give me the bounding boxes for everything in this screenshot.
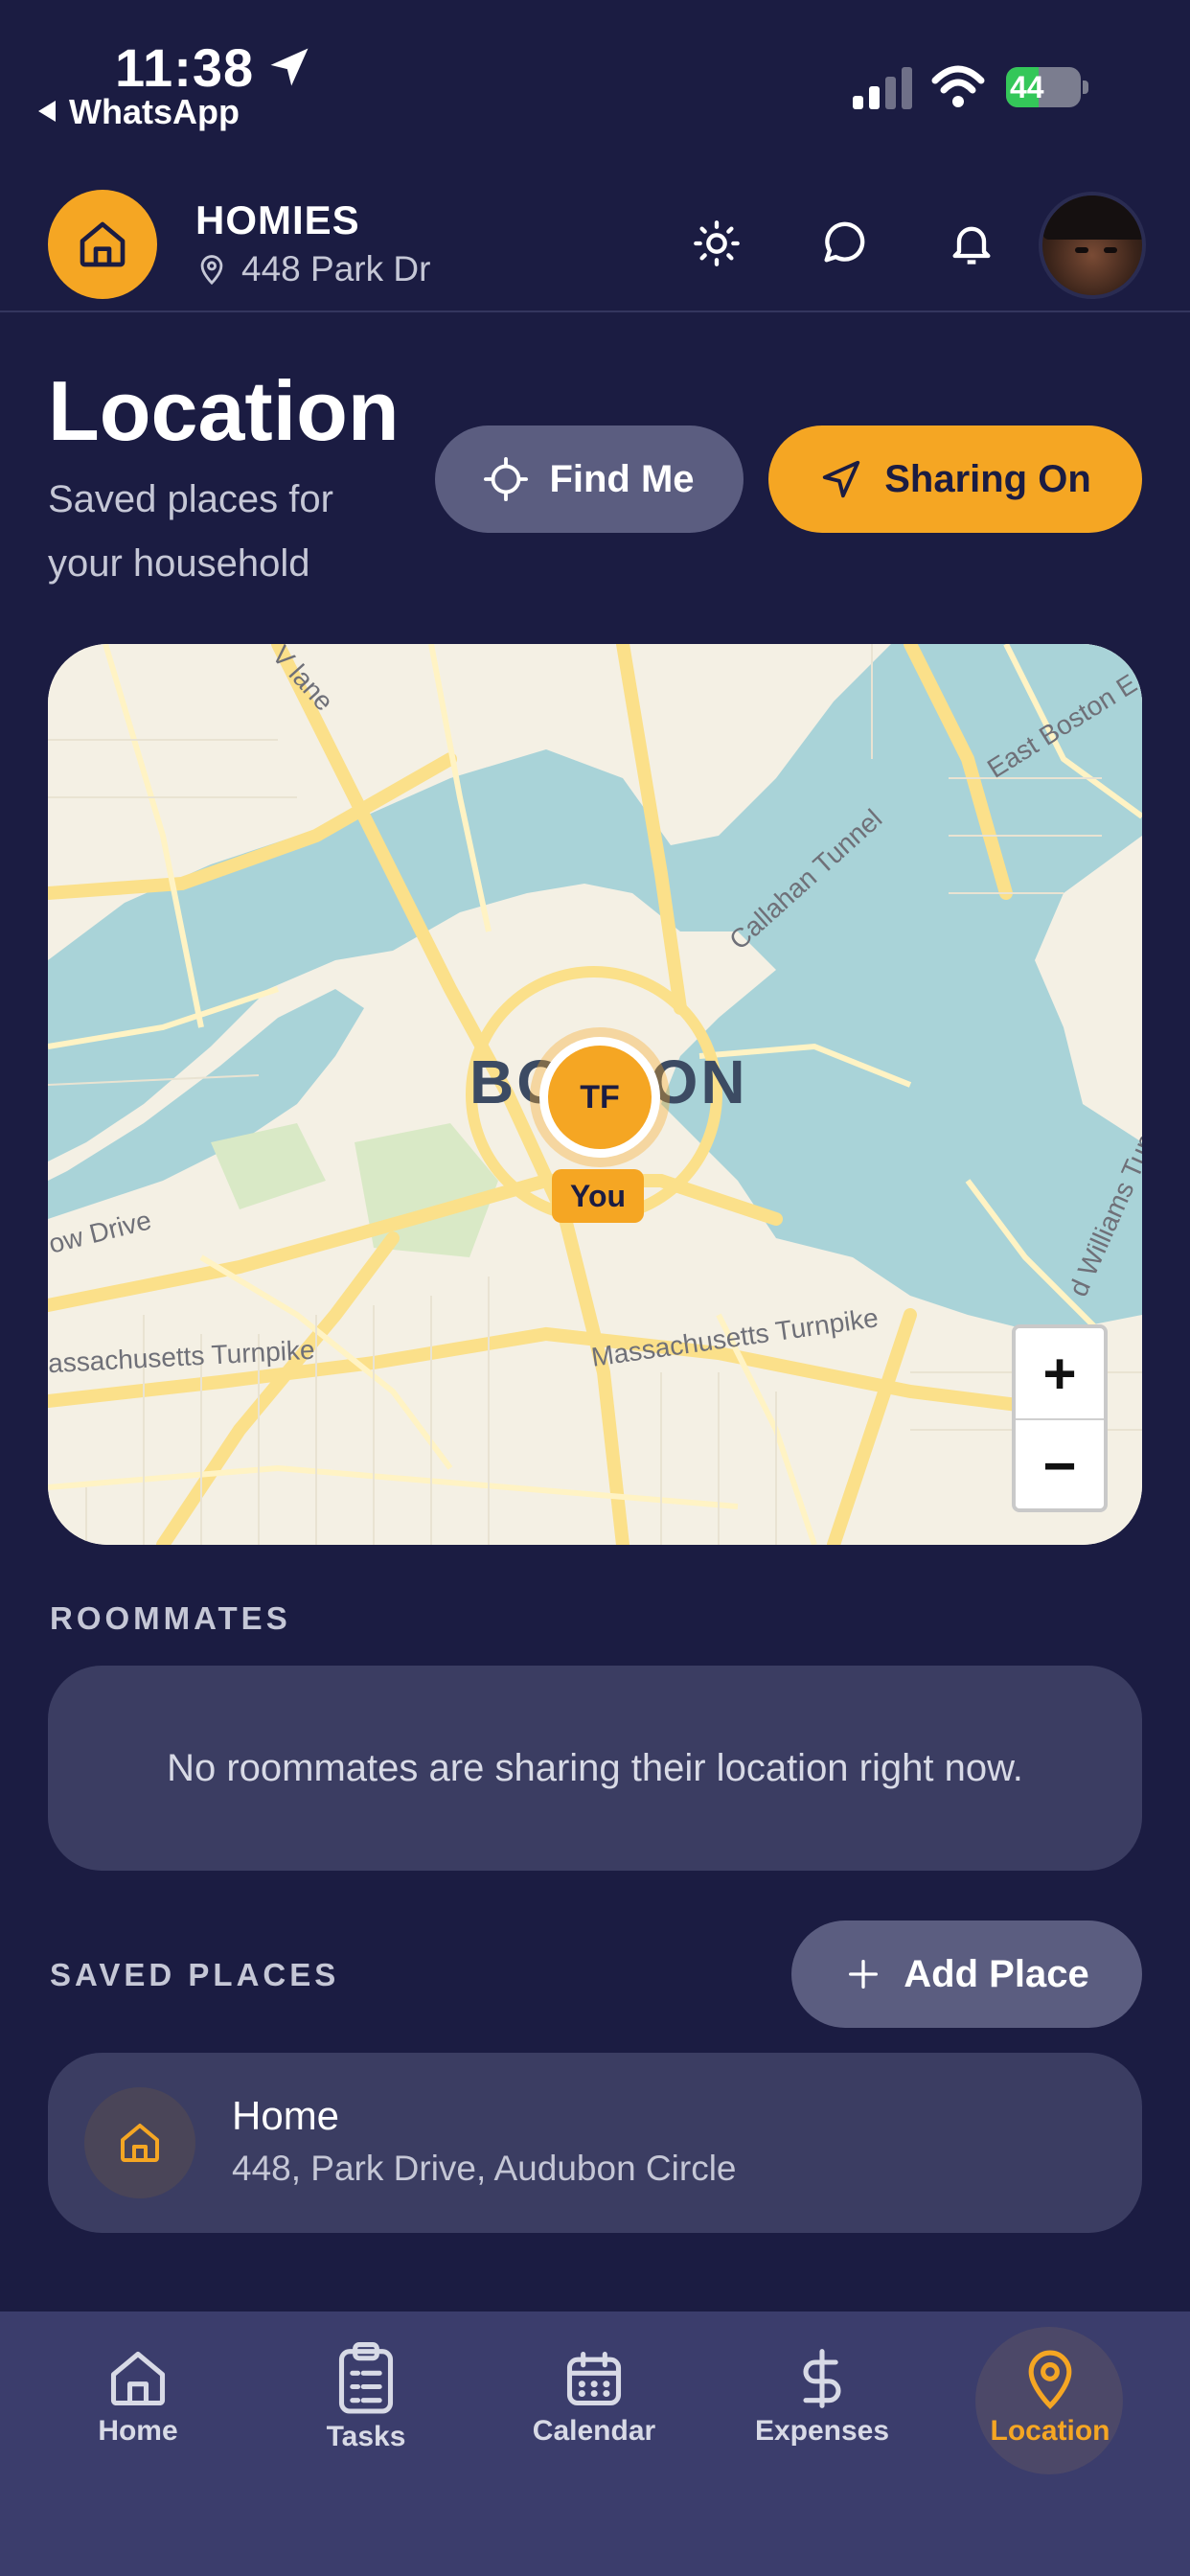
tab-calendar[interactable]: Calendar: [498, 2312, 690, 2484]
sun-icon: [694, 220, 740, 266]
home-icon: [80, 221, 126, 267]
location-arrow-icon: [270, 48, 309, 86]
tab-label: Home: [98, 2415, 178, 2447]
zoom-controls: + −: [1012, 1324, 1108, 1512]
navigation-arrow-icon: [823, 460, 860, 498]
tab-home[interactable]: Home: [42, 2312, 234, 2484]
calendar-icon: [566, 2351, 622, 2406]
add-place-label: Add Place: [904, 1952, 1089, 1995]
wifi-icon: [931, 65, 985, 107]
zoom-out-button[interactable]: −: [1016, 1420, 1104, 1510]
dollar-icon: [803, 2349, 841, 2408]
crosshair-icon: [484, 457, 529, 501]
roommates-heading: ROOMMATES: [50, 1600, 291, 1636]
household-badge[interactable]: [48, 190, 157, 299]
bottom-tab-bar: Home Tasks Calendar Expenses Location: [0, 2312, 1190, 2576]
status-time: 11:38: [115, 37, 255, 98]
tab-label: Location: [990, 2415, 1110, 2447]
sharing-label: Sharing On: [884, 457, 1091, 500]
back-to-app-link[interactable]: WhatsApp: [38, 92, 240, 132]
location-map[interactable]: V lane East Boston E Callahan Tunnel ow …: [48, 644, 1142, 1545]
marker-you-tag: You: [552, 1169, 644, 1223]
tab-location[interactable]: Location: [954, 2312, 1146, 2484]
app-header: HOMIES 448 Park Dr: [0, 182, 1190, 312]
tab-label: Tasks: [326, 2421, 406, 2452]
tab-label: Expenses: [754, 2415, 890, 2447]
chat-button[interactable]: [814, 215, 872, 272]
marker-initials: TF: [548, 1046, 652, 1149]
household-address: 448 Park Dr: [195, 249, 430, 289]
notifications-button[interactable]: [943, 215, 1000, 272]
bell-icon: [952, 226, 991, 264]
zoom-in-button[interactable]: +: [1016, 1328, 1104, 1418]
user-location-marker[interactable]: TF: [539, 1037, 660, 1158]
sharing-toggle-button[interactable]: Sharing On: [768, 426, 1142, 533]
place-name: Home: [232, 2093, 340, 2138]
tab-expenses[interactable]: Expenses: [726, 2312, 918, 2484]
page-title: Location: [48, 363, 400, 458]
back-arrow-icon: [38, 101, 56, 123]
find-me-label: Find Me: [549, 457, 695, 500]
plus-icon: [849, 1960, 879, 1989]
back-app-label: WhatsApp: [69, 92, 240, 131]
place-address: 448, Park Drive, Audubon Circle: [232, 2149, 737, 2188]
avatar[interactable]: [1039, 192, 1146, 299]
saved-places-heading: SAVED PLACES: [50, 1957, 340, 1992]
place-icon: [84, 2087, 195, 2198]
roommates-empty-state: No roommates are sharing their location …: [48, 1666, 1142, 1871]
map-pin-icon: [200, 255, 223, 286]
page-subtitle: Saved places for your household: [48, 478, 333, 585]
saved-place-item[interactable]: Home 448, Park Drive, Audubon Circle: [48, 2053, 1142, 2233]
cellular-signal-icon: [853, 67, 912, 109]
battery-indicator: 44: [1006, 67, 1088, 107]
map-pin-icon: [1028, 2350, 1072, 2409]
tab-label: Calendar: [532, 2415, 656, 2447]
address-text: 448 Park Dr: [241, 249, 431, 288]
status-bar: 11:38 WhatsApp 44: [0, 0, 1190, 153]
home-icon: [110, 2351, 166, 2406]
add-place-button[interactable]: Add Place: [791, 1920, 1142, 2028]
chat-icon: [824, 221, 865, 263]
home-icon: [121, 2124, 159, 2162]
battery-percent: 44: [1010, 70, 1044, 104]
theme-toggle-button[interactable]: [688, 215, 745, 272]
find-me-button[interactable]: Find Me: [435, 426, 744, 533]
tab-tasks[interactable]: Tasks: [270, 2312, 462, 2484]
clipboard-icon: [338, 2342, 394, 2414]
household-name[interactable]: HOMIES: [195, 197, 360, 243]
